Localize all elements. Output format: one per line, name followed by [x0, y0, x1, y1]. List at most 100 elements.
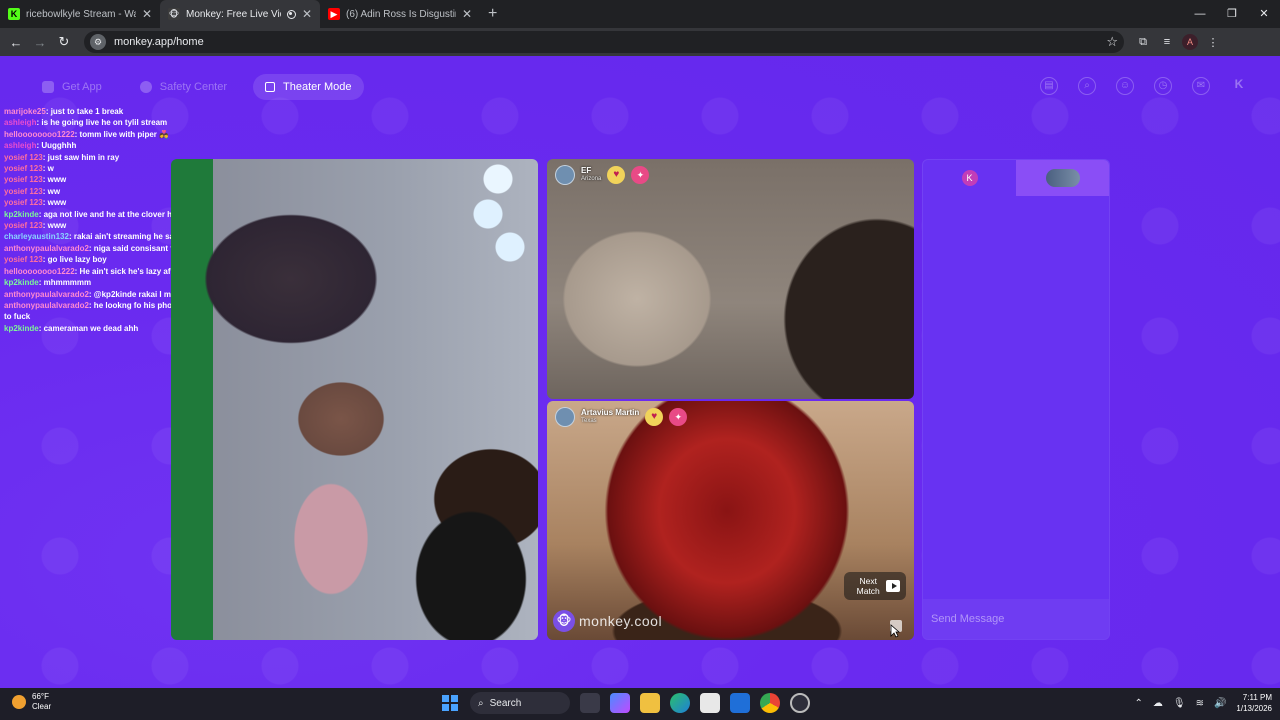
wifi-icon[interactable]: ≋ — [1196, 698, 1204, 709]
partner-avatar — [1045, 169, 1080, 187]
chat-username[interactable]: anthonypaulalvarado2 — [4, 244, 89, 253]
mail-icon[interactable] — [730, 693, 750, 713]
copilot-icon[interactable] — [610, 693, 630, 713]
close-tab-icon[interactable]: ✕ — [462, 7, 472, 21]
chat-message: : go live lazy boy — [42, 255, 107, 265]
chat-username[interactable]: yosief 123 — [4, 175, 43, 184]
cast-icon[interactable]: ⧉ — [1134, 36, 1152, 49]
chat-username[interactable]: ashleigh — [4, 118, 36, 127]
top-nav: Get App Safety Center Theater Mode — [30, 74, 364, 100]
gift-icon[interactable]: ✦ — [669, 408, 688, 426]
chat-username[interactable]: yosief 123 — [4, 221, 43, 230]
chat-username[interactable]: kp2kinde — [4, 324, 39, 333]
file-explorer-icon[interactable] — [640, 693, 660, 713]
url-text[interactable]: monkey.app/home — [114, 36, 1098, 48]
minimize-icon[interactable]: — — [1184, 0, 1216, 28]
app-right-icons: ▤ ⌕ ☺ ◷ ✉ K — [1040, 77, 1248, 95]
heart-icon[interactable]: ♥ — [645, 408, 664, 426]
new-tab-icon[interactable]: + — [480, 5, 505, 23]
address-bar[interactable]: ⚙ monkey.app/home ☆ — [84, 31, 1124, 53]
chat-username[interactable]: kp2kinde — [4, 210, 39, 219]
chat-message: : Uugghhh — [36, 141, 77, 151]
close-window-icon[interactable]: ✕ — [1248, 0, 1280, 28]
chat-username[interactable]: yosief 123 — [4, 198, 43, 207]
send-message-input[interactable] — [931, 613, 1101, 625]
weather-widget[interactable]: 66°F Clear — [12, 692, 51, 712]
bookmark-star-icon[interactable]: ☆ — [1106, 34, 1118, 50]
maximize-icon[interactable]: ❐ — [1216, 0, 1248, 28]
store-icon[interactable] — [700, 693, 720, 713]
monkey-watermark: 🐵 monkey.cool — [553, 610, 662, 632]
tab-youtube[interactable]: ▶ (6) Adin Ross Is Disgusting - Yo ✕ — [320, 0, 480, 28]
forward-arrow-icon[interactable]: → — [28, 35, 52, 50]
chat-username[interactable]: anthonypaulalvarado2 — [4, 290, 89, 299]
tab-search-icon[interactable]: ≡ — [1158, 36, 1176, 48]
clock-time: 7:11 PM — [1242, 693, 1272, 702]
more-menu-icon[interactable]: ⋮ — [1204, 36, 1222, 49]
gift-icon[interactable]: ✦ — [631, 166, 650, 184]
chat-message: : is he going live he on tylil stream — [36, 118, 168, 128]
safety-center-button[interactable]: Safety Center — [128, 74, 239, 100]
chat-username[interactable]: yosief 123 — [4, 255, 43, 264]
tab-monkey[interactable]: 🐵 Monkey: Free Live Video Ch ✕ — [160, 0, 320, 28]
avatar[interactable] — [555, 407, 575, 427]
chat-username[interactable]: helloooooooo1222 — [4, 267, 75, 276]
clock[interactable]: 7:11 PM 1/13/2026 — [1236, 692, 1272, 714]
windows-start-icon[interactable] — [442, 695, 458, 711]
browser-right-tools: ⧉ ≡ A ⋮ — [1134, 34, 1222, 50]
monkey-app: Get App Safety Center Theater Mode ▤ ⌕ ☺… — [0, 56, 1280, 688]
partner-side-tab[interactable] — [1016, 160, 1109, 196]
task-view-icon[interactable] — [580, 693, 600, 713]
youtube-favicon-icon: ▶ — [328, 8, 340, 20]
history-icon[interactable]: ◷ — [1154, 77, 1172, 95]
search-icon[interactable]: ⌕ — [1078, 77, 1096, 95]
chat-message: : ww — [42, 186, 61, 196]
chat-username[interactable]: yosief 123 — [4, 153, 43, 162]
reload-icon[interactable]: ↻ — [52, 34, 76, 50]
chat-username[interactable]: charleyaustin132 — [4, 232, 69, 241]
chat-username[interactable]: ashleigh — [4, 141, 36, 150]
phone-icon — [42, 81, 54, 93]
chat-username[interactable]: kp2kinde — [4, 278, 39, 287]
close-tab-icon[interactable]: ✕ — [142, 7, 152, 21]
chevron-up-icon[interactable]: ⌃ — [1134, 698, 1142, 709]
theater-mode-button[interactable]: Theater Mode — [253, 74, 364, 100]
friends-icon[interactable]: ☺ — [1116, 77, 1134, 95]
chat-message: : www — [42, 175, 67, 185]
site-info-icon[interactable]: ⚙ — [90, 34, 106, 50]
microphone-icon[interactable]: 🎙 — [1173, 698, 1186, 709]
chat-username[interactable]: anthonypaulalvarado2 — [4, 301, 89, 310]
match-2-name-block: Artavius Martin Texas — [581, 408, 639, 426]
heart-icon[interactable]: ♥ — [607, 166, 626, 184]
kick-favicon-icon: K — [8, 8, 20, 20]
shop-icon[interactable]: ▤ — [1040, 77, 1058, 95]
chat-username[interactable]: marijoke25 — [4, 107, 46, 116]
weather-condition: Clear — [32, 702, 52, 711]
edge-icon[interactable] — [670, 693, 690, 713]
chat-username[interactable]: yosief 123 — [4, 187, 43, 196]
get-app-button[interactable]: Get App — [30, 74, 114, 100]
chat-panel-header: K — [923, 160, 1109, 196]
chat-message: : aga not live and he at the clover hous… — [38, 209, 191, 219]
avatar[interactable] — [555, 165, 575, 185]
chat-username[interactable]: helloooooooo1222 — [4, 130, 75, 139]
my-side-tab[interactable]: K — [923, 160, 1016, 196]
volume-icon[interactable]: 🔊 — [1214, 698, 1226, 709]
match-1-badge: EF Arizona ♥ ✦ — [555, 165, 650, 185]
system-tray: ⌃ ☁ 🎙 ≋ 🔊 7:11 PM 1/13/2026 — [1134, 692, 1272, 714]
chat-username[interactable]: yosief 123 — [4, 164, 43, 173]
profile-avatar[interactable]: A — [1182, 34, 1198, 50]
safety-center-label: Safety Center — [159, 81, 228, 93]
close-tab-icon[interactable]: ✕ — [302, 7, 312, 21]
profile-avatar[interactable]: K — [1230, 77, 1248, 95]
chrome-icon[interactable] — [760, 693, 780, 713]
back-arrow-icon[interactable]: ← — [4, 35, 28, 50]
messages-icon[interactable]: ✉ — [1192, 77, 1210, 95]
obs-icon[interactable] — [790, 693, 810, 713]
cloud-icon[interactable]: ☁ — [1153, 698, 1163, 709]
next-match-button[interactable]: Next Match — [844, 572, 906, 600]
tab-kick-stream[interactable]: K ricebowlkyle Stream - Watch Li ✕ — [0, 0, 160, 28]
chat-message: : just saw him in ray — [42, 152, 120, 162]
taskbar-search[interactable]: ⌕ Search — [470, 692, 570, 714]
windows-taskbar: 66°F Clear ⌕ Search ⌃ ☁ 🎙 ≋ 🔊 7:11 PM 1/… — [0, 688, 1280, 720]
